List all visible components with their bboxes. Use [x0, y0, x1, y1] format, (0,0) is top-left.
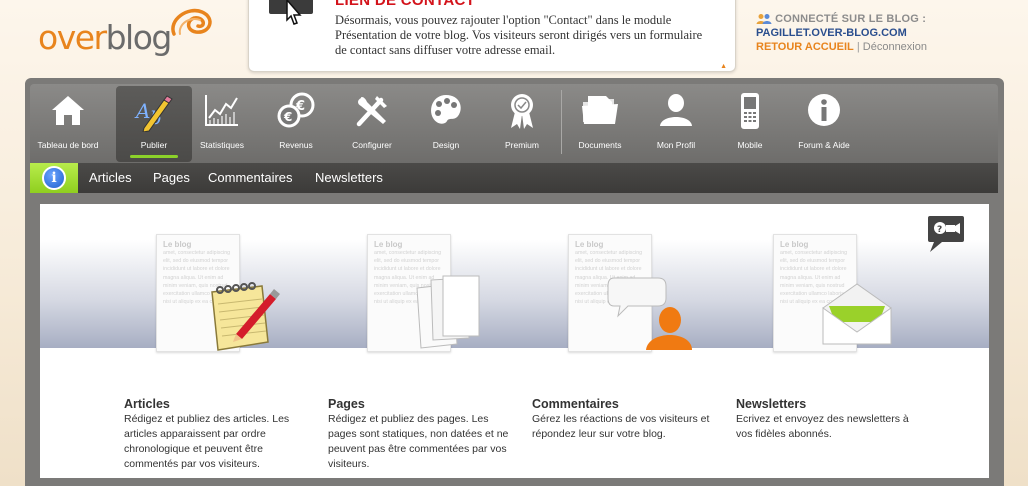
toolbar-item-profile[interactable]: Mon Profil	[638, 84, 714, 163]
sheets-icon	[416, 275, 480, 349]
subnav-newsletters[interactable]: Newsletters	[315, 163, 383, 193]
toolbar-label: Mobile	[737, 140, 763, 150]
sub-navigation: i Articles Pages Commentaires Newsletter…	[30, 163, 998, 193]
coins-icon: € €	[277, 92, 315, 128]
toolbar-item-forum-help[interactable]: Forum & Aide	[786, 84, 862, 163]
newsletters-illustration[interactable]: Le blog amet, consectetur adipiscing eli…	[773, 230, 903, 360]
toolbar-label: Forum & Aide	[798, 140, 850, 150]
active-indicator	[130, 155, 178, 158]
subnav-comments[interactable]: Commentaires	[208, 163, 293, 193]
svg-text:?: ?	[937, 225, 942, 235]
logo-text-blog: blog	[105, 18, 173, 57]
home-icon	[52, 96, 84, 125]
toolbar-item-publish[interactable]: A b Publier	[116, 86, 192, 162]
cursor-hand-icon	[269, 0, 313, 25]
svg-text:A: A	[134, 99, 150, 123]
toolbar-item-revenue[interactable]: € € Revenus	[258, 84, 334, 163]
logo-swirl-icon	[171, 8, 212, 36]
toolbar-item-configure[interactable]: Configurer	[334, 84, 410, 163]
home-link[interactable]: RETOUR ACCUEIL	[756, 41, 854, 53]
toolbar-item-mobile[interactable]: Mobile	[712, 84, 788, 163]
mockup-title: Le blog	[374, 240, 403, 249]
subnav-pages[interactable]: Pages	[153, 163, 190, 193]
users-icon	[756, 14, 772, 24]
feature-title[interactable]: Articles	[124, 396, 314, 412]
mockup-title: Le blog	[163, 240, 192, 249]
feature-title[interactable]: Commentaires	[532, 396, 722, 412]
user-box: CONNECTÉ SUR LE BLOG : PAGILLET.OVER-BLO…	[756, 12, 927, 54]
comments-illustration[interactable]: Le blog amet, consectetur adipiscing eli…	[568, 230, 698, 360]
envelope-icon	[822, 283, 892, 345]
toolbar-label: Publier	[140, 140, 168, 150]
pencil-ab-icon: A b	[134, 95, 173, 132]
palette-icon	[431, 95, 461, 124]
profile-icon	[660, 94, 692, 126]
link-separator: |	[856, 41, 860, 53]
info-circle-icon: i	[42, 166, 66, 190]
feature-pages: Pages Rédigez et publiez des pages. Les …	[328, 396, 518, 472]
toolbar-item-stats[interactable]: Statistiques	[184, 84, 260, 163]
pages-illustration[interactable]: Le blog amet, consectetur adipiscing eli…	[367, 230, 497, 360]
video-help-icon[interactable]: ?	[924, 212, 966, 254]
mobile-icon	[741, 93, 759, 129]
feature-newsletters: Newsletters Ecrivez et envoyez des newsl…	[736, 396, 926, 442]
toolbar-item-design[interactable]: Design	[408, 84, 484, 163]
toolbar-label: Design	[432, 140, 460, 150]
content-panel: ? Le blog amet, consectetur adipiscing e…	[40, 204, 989, 478]
folder-icon	[582, 96, 618, 124]
blog-name-link[interactable]: PAGILLET.OVER-BLOG.COM	[756, 26, 927, 40]
toolbar-item-dashboard[interactable]: Tableau de bord	[30, 84, 106, 163]
toolbar-label: Configurer	[352, 140, 392, 150]
toolbar-label: Mon Profil	[656, 140, 696, 150]
feature-description: Rédigez et publiez des pages. Les pages …	[328, 413, 509, 470]
info-icon	[808, 94, 840, 126]
toolbar-label: Tableau de bord	[37, 140, 99, 150]
notice-panel: LIEN DE CONTACT Désormais, vous pouvez r…	[248, 0, 736, 72]
toolbar-label: Statistiques	[200, 140, 244, 150]
feature-title[interactable]: Pages	[328, 396, 518, 412]
feature-description: Gérez les réactions de vos visiteurs et …	[532, 413, 710, 440]
notepad-pencil-icon	[211, 282, 280, 351]
mockup-title: Le blog	[575, 240, 604, 249]
subnav-articles[interactable]: Articles	[89, 163, 132, 193]
main-toolbar: Tableau de bord A b Publier Statistiques…	[30, 84, 998, 163]
feature-description: Rédigez et publiez des articles. Les art…	[124, 413, 290, 470]
connected-label: CONNECTÉ SUR LE BLOG :	[775, 13, 927, 25]
info-button[interactable]: i	[30, 163, 78, 193]
mockup-title: Le blog	[780, 240, 809, 249]
feature-description: Ecrivez et envoyez des newsletters à vos…	[736, 413, 909, 440]
comment-user-icon	[607, 277, 692, 350]
tools-icon	[356, 96, 387, 127]
svg-text:€: €	[283, 110, 292, 124]
ribbon-icon	[511, 94, 533, 129]
logout-link[interactable]: Déconnexion	[863, 41, 927, 53]
feature-title[interactable]: Newsletters	[736, 396, 926, 412]
notice-scroll-up[interactable]: ▲	[720, 63, 727, 70]
articles-illustration[interactable]: Le blog amet, consectetur adipiscing eli…	[156, 230, 286, 360]
notice-title: LIEN DE CONTACT	[335, 0, 476, 9]
feature-articles: Articles Rédigez et publiez des articles…	[124, 396, 314, 472]
toolbar-label: Revenus	[279, 140, 313, 150]
notice-body: Désormais, vous pouvez rajouter l'option…	[335, 13, 703, 57]
toolbar-item-premium[interactable]: Premium	[484, 84, 560, 163]
feature-comments: Commentaires Gérez les réactions de vos …	[532, 396, 722, 442]
logo-text-over: over	[38, 18, 107, 57]
chart-icon	[205, 95, 238, 126]
toolbar-label: Premium	[504, 140, 539, 150]
toolbar-item-documents[interactable]: Documents	[562, 84, 638, 163]
toolbar-label: Documents	[578, 140, 622, 150]
